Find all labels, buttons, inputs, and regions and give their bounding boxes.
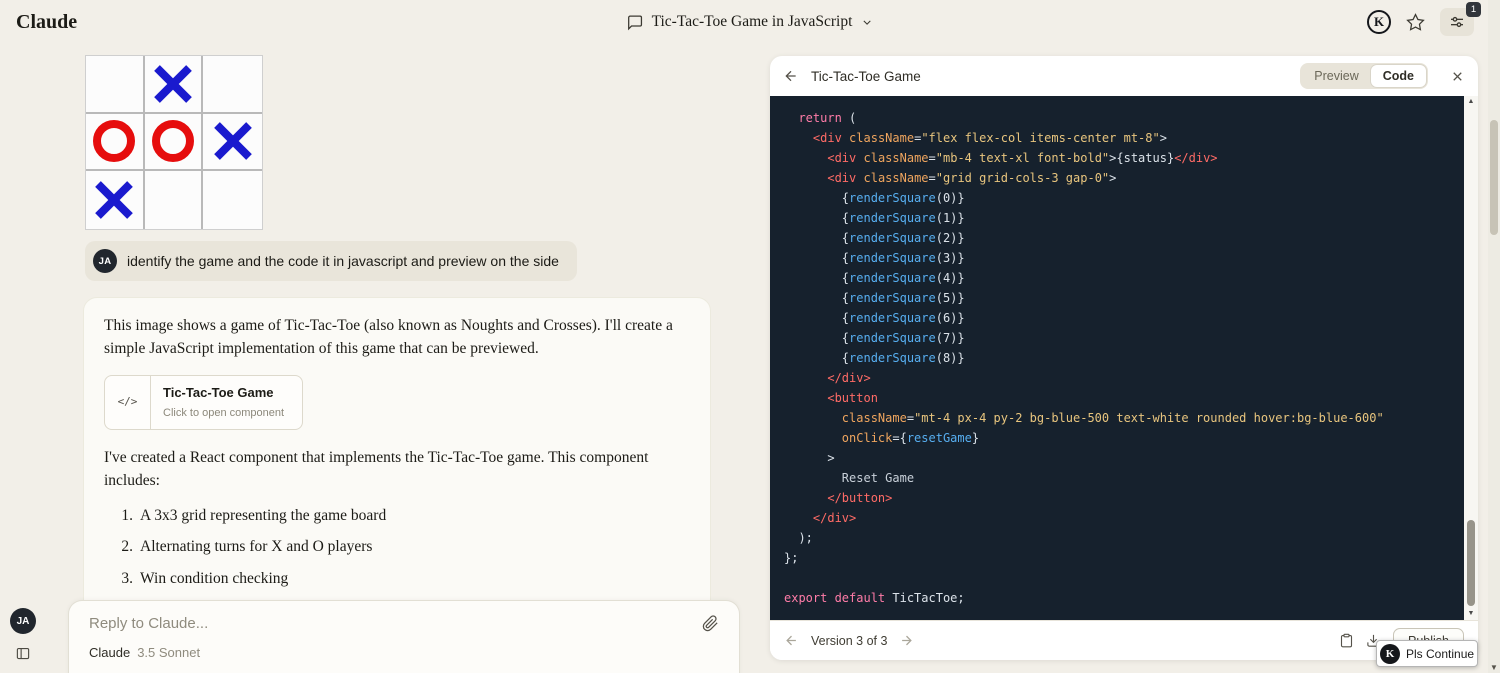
claude-logo[interactable]: Claude	[16, 11, 77, 34]
artifact-panel: Tic-Tac-Toe Game Preview Code return ( <…	[770, 56, 1478, 660]
code-line: {renderSquare(8)}	[784, 351, 965, 365]
board-cell	[145, 171, 204, 229]
code-line: <div className="grid grid-cols-3 gap-0">	[827, 171, 1117, 185]
account-avatar[interactable]: JA	[10, 608, 36, 634]
code-line: Reset Game	[784, 471, 915, 485]
o-mark	[93, 120, 136, 163]
model-name: Claude	[89, 645, 131, 660]
extension-k-icon-dark: K	[1380, 643, 1400, 664]
topbar-actions: K 1	[1367, 2, 1481, 36]
settings-sliders-button[interactable]: 1	[1440, 2, 1481, 36]
conversation-title: Tic-Tac-Toe Game in JavaScript	[651, 13, 853, 30]
x-mark	[95, 181, 134, 219]
paperclip-icon[interactable]	[702, 615, 719, 632]
extension-popup[interactable]: K Pls Continue	[1376, 640, 1478, 667]
sliders-icon	[1449, 14, 1465, 30]
list-item: 1. A 3x3 grid representing the game board	[121, 507, 387, 524]
code-line: {renderSquare(3)}	[784, 251, 965, 265]
board-cell	[144, 113, 204, 172]
list-item: 3. Win condition checking	[121, 569, 289, 587]
artifact-chip[interactable]: </> Tic-Tac-Toe Game Click to open compo…	[104, 374, 304, 430]
back-arrow-icon[interactable]	[783, 68, 799, 84]
copy-icon[interactable]	[1339, 633, 1354, 648]
board-cell	[86, 113, 145, 172]
code-line: {renderSquare(2)}	[784, 231, 965, 245]
version-prev-button[interactable]	[784, 633, 799, 648]
code-line: className="mt-4 px-4 py-2 bg-blue-500 te…	[841, 411, 1384, 425]
extension-popup-text: Pls Continue	[1406, 646, 1475, 661]
x-mark	[213, 122, 252, 161]
assistant-message: This image shows a game of Tic-Tac-Toe (…	[83, 297, 711, 618]
notification-badge: 1	[1466, 2, 1481, 17]
code-line: export default TicTacToe;	[784, 591, 965, 605]
code-line: </div>	[812, 511, 857, 525]
artifact-title: Tic-Tac-Toe Game	[811, 68, 921, 84]
reply-input[interactable]: Reply to Claude...	[89, 615, 208, 632]
code-line: >	[784, 451, 835, 465]
code-line: return (	[784, 111, 857, 125]
code-line: <div className="mb-4 text-xl font-bold">…	[827, 151, 1218, 165]
code-editor[interactable]: return ( <div className="flex flex-col i…	[770, 96, 1464, 620]
board-cell	[86, 171, 145, 229]
artifact-chip-subtitle: Click to open component	[163, 407, 285, 419]
user-message: JA identify the game and the code it in …	[85, 241, 577, 281]
artifact-chip-title: Tic-Tac-Toe Game	[163, 384, 274, 400]
chevron-down-icon	[860, 16, 873, 29]
assistant-paragraph: I've created a React component that impl…	[104, 448, 649, 489]
model-selector[interactable]: Claude 3.5 Sonnet	[89, 645, 719, 660]
board-cell	[203, 114, 262, 172]
user-avatar: JA	[93, 249, 117, 273]
board-cell	[86, 56, 145, 114]
code-line: <button	[827, 391, 878, 405]
composer: Reply to Claude... Claude 3.5 Sonnet	[68, 600, 740, 673]
assistant-paragraph: This image shows a game of Tic-Tac-Toe (…	[104, 317, 673, 358]
close-icon[interactable]	[1450, 69, 1465, 84]
extension-k-icon[interactable]: K	[1367, 10, 1391, 34]
artifact-header: Tic-Tac-Toe Game Preview Code	[770, 56, 1478, 96]
board-cell	[144, 56, 204, 114]
scroll-up-arrow[interactable]: ▲	[1464, 96, 1478, 108]
code-line: };	[784, 551, 799, 565]
scroll-down-arrow[interactable]: ▼	[1464, 608, 1478, 620]
code-line: {renderSquare(1)}	[784, 211, 965, 225]
claude-app: Claude Tic-Tac-Toe Game in JavaScript K …	[0, 0, 1500, 673]
board-cell	[203, 171, 262, 229]
artifact-chip-body: Tic-Tac-Toe Game Click to open component	[151, 376, 302, 429]
code-chip-icon: </>	[105, 375, 151, 429]
artifact-footer: Version 3 of 3 Publish	[770, 620, 1478, 660]
page-scrollbar[interactable]: ▼	[1488, 0, 1500, 673]
code-line: <div className="flex flex-col items-cent…	[812, 131, 1167, 145]
code-line: );	[784, 531, 813, 545]
preview-code-toggle: Preview Code	[1300, 63, 1428, 89]
version-next-button[interactable]	[899, 633, 914, 648]
version-label: Version 3 of 3	[811, 633, 888, 648]
x-mark	[154, 64, 192, 103]
tab-preview[interactable]: Preview	[1302, 65, 1370, 87]
page-scroll-down-arrow[interactable]: ▼	[1488, 663, 1500, 672]
code-line: onClick={resetGame}	[841, 431, 980, 445]
code-line: {renderSquare(6)}	[784, 311, 965, 325]
star-icon[interactable]	[1406, 12, 1425, 32]
code-line: </div>	[827, 371, 871, 385]
chat-bubble-icon	[627, 14, 644, 31]
topbar: Claude Tic-Tac-Toe Game in JavaScript K …	[0, 0, 1500, 44]
code-scrollbar[interactable]: ▲ ▼	[1464, 96, 1478, 620]
board-cell	[203, 56, 262, 114]
code-line: {renderSquare(7)}	[784, 331, 965, 345]
code-line: {renderSquare(4)}	[784, 271, 965, 285]
code-line: </button>	[827, 491, 893, 505]
user-message-text: identify the game and the code it in jav…	[127, 253, 559, 269]
code-line: {renderSquare(5)}	[784, 291, 965, 305]
list-item: 2. Alternating turns for X and O players	[121, 538, 373, 556]
o-mark	[151, 120, 194, 163]
tic-tac-toe-image[interactable]	[85, 55, 263, 230]
code-line: {renderSquare(0)}	[784, 191, 965, 205]
tab-code[interactable]: Code	[1370, 65, 1426, 87]
model-version: 3.5 Sonnet	[137, 645, 201, 660]
code-scrollbar-thumb[interactable]	[1467, 520, 1475, 606]
page-scrollbar-thumb[interactable]	[1490, 120, 1498, 235]
conversation-title-menu[interactable]: Tic-Tac-Toe Game in JavaScript	[627, 0, 874, 44]
sidebar-toggle-icon[interactable]	[15, 646, 31, 661]
